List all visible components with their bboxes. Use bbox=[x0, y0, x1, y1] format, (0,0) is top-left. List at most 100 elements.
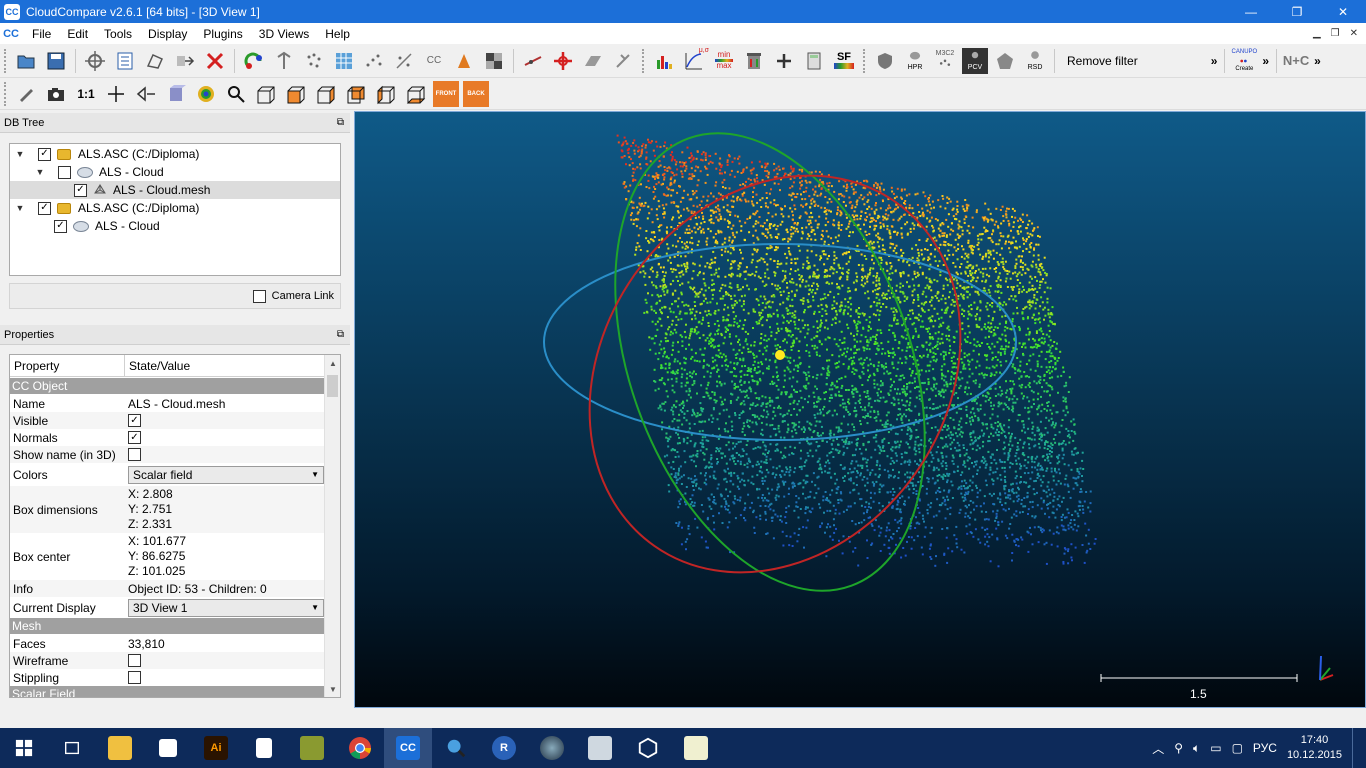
view-front-icon[interactable] bbox=[283, 81, 309, 107]
translate-rotate-icon[interactable] bbox=[82, 48, 108, 74]
color-ramp-icon[interactable] bbox=[193, 81, 219, 107]
light-icon[interactable] bbox=[163, 81, 189, 107]
float-panel-icon[interactable]: ⧉ bbox=[337, 329, 344, 340]
merge-icon[interactable] bbox=[172, 48, 198, 74]
perspective-icon[interactable] bbox=[133, 81, 159, 107]
properties-scrollbar[interactable]: ▲ ▼ bbox=[324, 355, 340, 697]
view-front-iso-icon[interactable]: FRONT bbox=[433, 80, 459, 107]
scroll-up-icon[interactable]: ▲ bbox=[325, 355, 340, 371]
menu-help[interactable]: Help bbox=[317, 27, 358, 41]
menu-edit[interactable]: Edit bbox=[59, 27, 96, 41]
minmax-icon[interactable]: min max bbox=[711, 48, 737, 74]
segment-icon[interactable] bbox=[142, 48, 168, 74]
scroll-thumb[interactable] bbox=[327, 375, 338, 397]
tree-checkbox[interactable] bbox=[58, 165, 71, 179]
zoom-1to1-button[interactable]: 1:1 bbox=[73, 81, 99, 107]
point-picking-icon[interactable] bbox=[13, 81, 39, 107]
stippling-checkbox[interactable] bbox=[128, 671, 141, 684]
polygon-icon[interactable] bbox=[992, 48, 1018, 74]
tree-item-als-asc-2[interactable]: ▼ ✓ ALS.ASC (C:/Diploma) bbox=[14, 199, 200, 217]
remove-filter-button[interactable]: Remove filter bbox=[1059, 54, 1146, 68]
subsample-icon[interactable] bbox=[391, 48, 417, 74]
close-button[interactable]: ✕ bbox=[1320, 0, 1366, 23]
scroll-down-icon[interactable]: ▼ bbox=[325, 681, 340, 697]
toolbar-overflow-button-3[interactable]: » bbox=[1311, 54, 1324, 68]
column-state-value[interactable]: State/Value bbox=[125, 355, 190, 376]
pcv-icon[interactable]: PCV bbox=[962, 47, 988, 74]
float-panel-icon[interactable]: ⧉ bbox=[337, 117, 344, 128]
visible-checkbox[interactable]: ✓ bbox=[128, 414, 141, 427]
cross-section-icon[interactable] bbox=[520, 48, 546, 74]
view-bottom-icon[interactable] bbox=[403, 81, 429, 107]
histogram-icon[interactable] bbox=[651, 48, 677, 74]
rsd-icon[interactable]: RSD bbox=[1022, 48, 1048, 74]
tree-checkbox[interactable]: ✓ bbox=[74, 183, 87, 197]
list-icon[interactable] bbox=[112, 48, 138, 74]
name-value-field[interactable]: ALS - Cloud.mesh bbox=[125, 395, 324, 412]
label-cone-icon[interactable] bbox=[451, 48, 477, 74]
zoom-search-icon[interactable] bbox=[223, 81, 249, 107]
tree-checkbox[interactable]: ✓ bbox=[38, 201, 51, 215]
mdi-minimize-button[interactable]: ▁ bbox=[1313, 28, 1321, 39]
tree-checkbox[interactable]: ✓ bbox=[54, 219, 67, 233]
toolbar-grip[interactable] bbox=[4, 48, 8, 73]
wireframe-checkbox[interactable] bbox=[128, 654, 141, 667]
transform-icon[interactable] bbox=[550, 48, 576, 74]
hpr-icon[interactable]: HPR bbox=[902, 48, 928, 74]
maximize-button[interactable]: ❐ bbox=[1274, 0, 1320, 23]
column-property[interactable]: Property bbox=[10, 355, 125, 376]
toolbar-overflow-button[interactable]: » bbox=[1208, 54, 1221, 68]
toolbar-overflow-button-2[interactable]: » bbox=[1259, 54, 1272, 68]
menu-file[interactable]: File bbox=[24, 27, 59, 41]
points-icon[interactable] bbox=[301, 48, 327, 74]
align-icon[interactable] bbox=[610, 48, 636, 74]
plane-icon[interactable] bbox=[580, 48, 606, 74]
collapse-arrow-icon[interactable]: ▼ bbox=[34, 167, 46, 177]
calculator-icon[interactable] bbox=[801, 48, 827, 74]
minimize-button[interactable]: — bbox=[1228, 0, 1274, 23]
normals-checkbox[interactable]: ✓ bbox=[128, 431, 141, 444]
camera-icon[interactable] bbox=[43, 81, 69, 107]
normals-icon[interactable] bbox=[271, 48, 297, 74]
toolbar-grip-4[interactable] bbox=[4, 81, 8, 106]
delete-sf-icon[interactable] bbox=[741, 48, 767, 74]
tree-item-als-cloud-2[interactable]: ✓ ALS - Cloud bbox=[34, 217, 160, 235]
nc-icon[interactable]: N+C bbox=[1283, 48, 1309, 74]
tree-item-als-asc-1[interactable]: ▼ ✓ ALS.ASC (C:/Diploma) bbox=[14, 145, 200, 163]
3d-view[interactable]: 1.5 bbox=[354, 111, 1366, 708]
point-cloud-scene[interactable] bbox=[355, 112, 1366, 708]
tree-item-als-cloud-mesh[interactable]: ✓ ALS - Cloud.mesh bbox=[10, 181, 340, 199]
statistics-icon[interactable]: μ,σ bbox=[681, 47, 709, 74]
sf-icon[interactable]: SF bbox=[831, 48, 857, 74]
camera-link-checkbox[interactable] bbox=[252, 289, 266, 303]
collapse-arrow-icon[interactable]: ▼ bbox=[14, 203, 26, 213]
menu-plugins[interactable]: Plugins bbox=[195, 27, 250, 41]
grid-cloud-icon[interactable] bbox=[331, 48, 357, 74]
add-icon[interactable] bbox=[771, 48, 797, 74]
show-name-checkbox[interactable] bbox=[128, 448, 141, 461]
collapse-arrow-icon[interactable]: ▼ bbox=[14, 149, 26, 159]
view-back-icon[interactable] bbox=[343, 81, 369, 107]
view-right-icon[interactable] bbox=[373, 81, 399, 107]
canupo-icon[interactable]: CANUPO Create bbox=[1231, 48, 1258, 74]
toolbar-grip-2[interactable] bbox=[642, 48, 646, 73]
open-file-icon[interactable] bbox=[13, 48, 39, 74]
view-left-icon[interactable] bbox=[313, 81, 339, 107]
checker-icon[interactable] bbox=[481, 48, 507, 74]
cc-menu-icon[interactable]: CC bbox=[3, 27, 19, 41]
view-back-iso-icon[interactable]: BACK bbox=[463, 80, 489, 107]
crosshair-icon[interactable] bbox=[103, 81, 129, 107]
m3c2-icon[interactable]: M3C2 bbox=[932, 48, 958, 74]
menu-display[interactable]: Display bbox=[140, 27, 195, 41]
sample-points-icon[interactable] bbox=[361, 48, 387, 74]
menu-3d-views[interactable]: 3D Views bbox=[251, 27, 317, 41]
menu-tools[interactable]: Tools bbox=[96, 27, 140, 41]
tree-checkbox[interactable]: ✓ bbox=[38, 147, 51, 161]
shield-icon[interactable] bbox=[872, 48, 898, 74]
mdi-close-button[interactable]: ✕ bbox=[1350, 28, 1358, 39]
save-icon[interactable] bbox=[43, 48, 69, 74]
register-icon[interactable] bbox=[241, 48, 267, 74]
mdi-restore-button[interactable]: ❐ bbox=[1331, 28, 1340, 39]
colors-dropdown[interactable]: Scalar field bbox=[128, 465, 324, 484]
delete-icon[interactable] bbox=[202, 48, 228, 74]
